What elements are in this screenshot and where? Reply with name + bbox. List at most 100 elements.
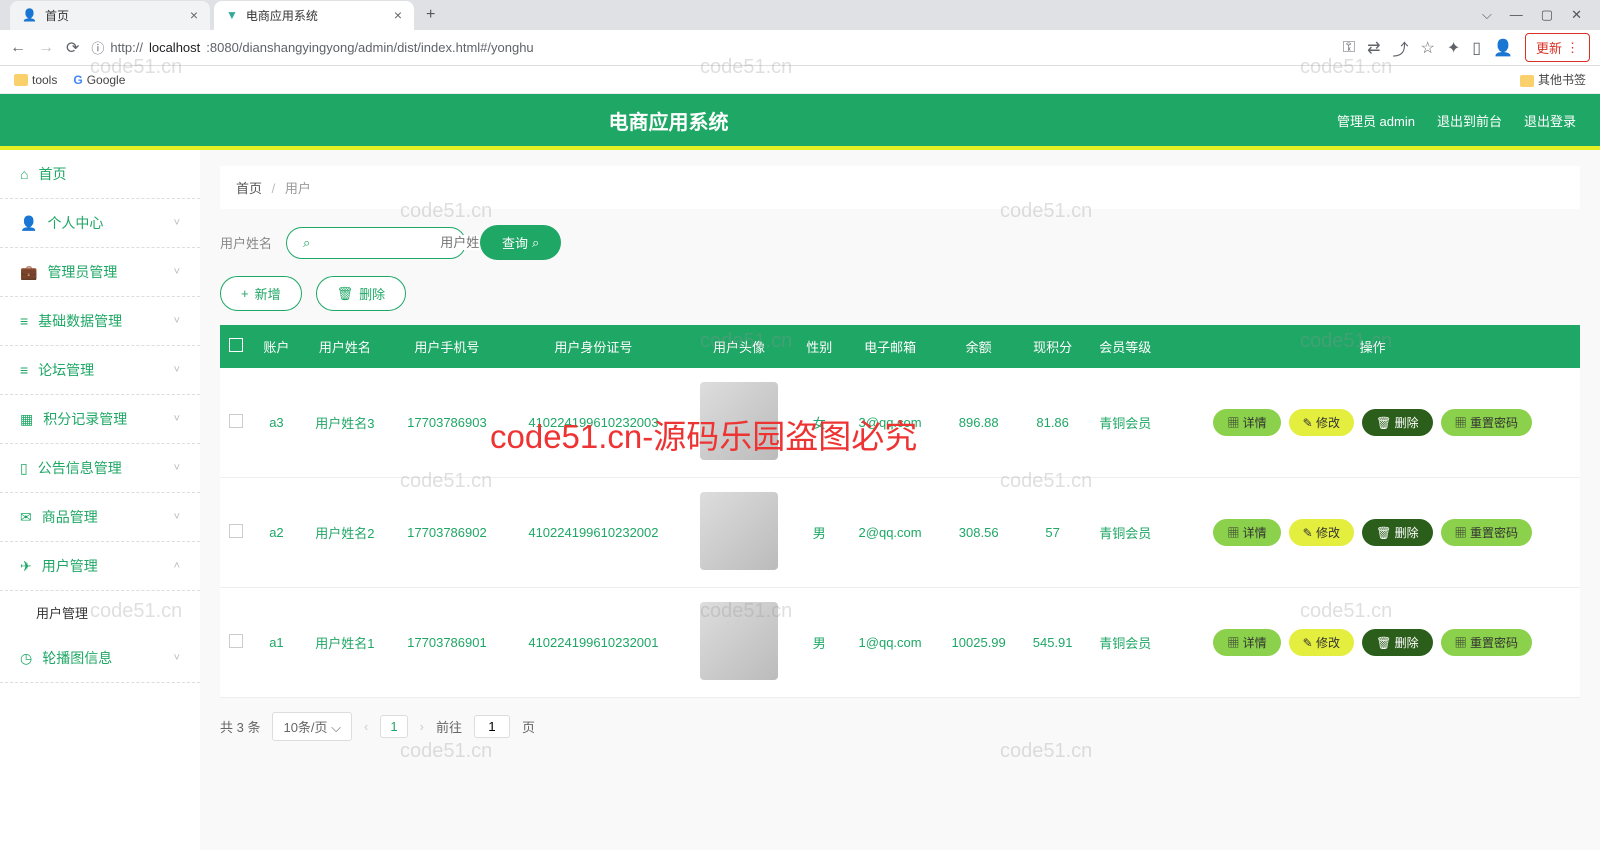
col-header-11: 操作: [1165, 325, 1580, 368]
search-row: 用户姓名 ⌕ 查询 ⌕: [220, 225, 1580, 260]
cell-points: 57: [1020, 478, 1085, 588]
pagesize-select[interactable]: 10条/页 ⌵: [272, 712, 352, 741]
logout-link[interactable]: 退出登录: [1524, 111, 1576, 130]
sidebar-item-3[interactable]: ≡基础数据管理˅: [0, 297, 200, 346]
sidebar-item-8[interactable]: ✈用户管理˄: [0, 542, 200, 591]
sidebar-item-7[interactable]: ✉商品管理˅: [0, 493, 200, 542]
to-frontend-link[interactable]: 退出到前台: [1437, 111, 1502, 130]
menu-icon: ≡: [20, 362, 28, 378]
prev-page[interactable]: ‹: [364, 719, 368, 734]
sidebar-item-9[interactable]: ◷轮播图信息˅: [0, 634, 200, 683]
delete-row-button[interactable]: 🗑 删除: [1362, 409, 1433, 436]
key-icon[interactable]: ⚿: [1343, 39, 1355, 57]
app-title: 电商应用系统: [0, 106, 1337, 135]
profile-icon[interactable]: 👤: [1493, 38, 1513, 58]
reset-pwd-button[interactable]: ▦ 重置密码: [1441, 519, 1532, 546]
panel-icon[interactable]: ▯: [1472, 38, 1481, 58]
cell-points: 81.86: [1020, 368, 1085, 478]
chevron-down-icon: ˅: [174, 413, 180, 425]
checkbox-all[interactable]: [229, 338, 243, 352]
delete-row-button[interactable]: 🗑 删除: [1362, 519, 1433, 546]
translate-icon[interactable]: ⇄: [1367, 38, 1380, 58]
close-icon[interactable]: ×: [190, 7, 198, 23]
edit-button[interactable]: ✎ 修改: [1289, 409, 1354, 436]
browser-tab-app[interactable]: ▼ 电商应用系统 ×: [214, 1, 414, 30]
menu-label: 公告信息管理: [38, 458, 122, 478]
tab-bar: 👤 首页 × ▼ 电商应用系统 × + ⌵ — ▢ ✕: [0, 0, 1600, 30]
sidebar-item-4[interactable]: ≡论坛管理˅: [0, 346, 200, 395]
bookmark-google[interactable]: GGoogle: [73, 73, 125, 87]
goto-input[interactable]: [474, 715, 510, 738]
minimize-icon[interactable]: —: [1510, 7, 1523, 23]
menu-label: 轮播图信息: [42, 648, 112, 668]
forward-icon[interactable]: →: [38, 39, 54, 57]
add-button[interactable]: +新增: [220, 276, 302, 311]
chevron-down-icon: ˅: [174, 266, 180, 278]
cell-name: 用户姓名2: [300, 478, 389, 588]
delete-button[interactable]: 🗑删除: [316, 276, 407, 311]
col-header-2: 用户姓名: [300, 325, 389, 368]
page-number[interactable]: 1: [380, 715, 407, 738]
back-icon[interactable]: ←: [10, 39, 26, 57]
extensions-icon[interactable]: ✦: [1447, 38, 1460, 58]
next-page[interactable]: ›: [420, 719, 424, 734]
sidebar-item-0[interactable]: ⌂首页: [0, 150, 200, 199]
col-header-8: 余额: [937, 325, 1020, 368]
cell-level: 青铜会员: [1085, 368, 1165, 478]
close-window-icon[interactable]: ✕: [1571, 7, 1582, 23]
col-header-10: 会员等级: [1085, 325, 1165, 368]
window-controls: ⌵ — ▢ ✕: [1482, 7, 1590, 23]
goto-suf: 页: [522, 717, 535, 736]
breadcrumb-home[interactable]: 首页: [236, 181, 262, 196]
row-checkbox[interactable]: [229, 634, 243, 648]
chevron-down-icon: ˅: [174, 462, 180, 474]
chevron-down-icon: ˅: [174, 315, 180, 327]
row-checkbox[interactable]: [229, 414, 243, 428]
star-icon[interactable]: ☆: [1421, 38, 1435, 58]
edit-button[interactable]: ✎ 修改: [1289, 629, 1354, 656]
search-icon: ⌕: [532, 235, 539, 251]
sidebar-item-2[interactable]: 💼管理员管理˅: [0, 248, 200, 297]
share-icon[interactable]: ⤴: [1392, 36, 1408, 60]
edit-button[interactable]: ✎ 修改: [1289, 519, 1354, 546]
new-tab-button[interactable]: +: [418, 2, 443, 28]
app-header: 电商应用系统 管理员 admin 退出到前台 退出登录: [0, 94, 1600, 150]
admin-label[interactable]: 管理员 admin: [1337, 111, 1415, 130]
detail-button[interactable]: ▦ 详情: [1213, 629, 1280, 656]
cell-avatar: [683, 368, 796, 478]
bookmark-tools[interactable]: tools: [14, 73, 57, 87]
bookmark-other[interactable]: 其他书签: [1520, 71, 1586, 88]
cell-gender: 男: [795, 588, 843, 698]
menu-icon: ⌂: [20, 166, 28, 182]
chevron-up-icon: ˄: [174, 560, 180, 572]
detail-button[interactable]: ▦ 详情: [1213, 409, 1280, 436]
content: 首页 / 用户 用户姓名 ⌕ 查询 ⌕ +新增 🗑删除 账户用户姓名用户手机号用…: [200, 150, 1600, 850]
avatar: [700, 492, 778, 570]
cell-level: 青铜会员: [1085, 478, 1165, 588]
row-checkbox[interactable]: [229, 524, 243, 538]
browser-tab-home[interactable]: 👤 首页 ×: [10, 1, 210, 30]
reset-pwd-button[interactable]: ▦ 重置密码: [1441, 629, 1532, 656]
nav-bar: ← → ⟳ ⓘ http://localhost:8080/dianshangy…: [0, 30, 1600, 66]
caret-icon[interactable]: ⌵: [1482, 7, 1492, 23]
delete-row-button[interactable]: 🗑 删除: [1362, 629, 1433, 656]
col-header-0: [220, 325, 253, 368]
search-button[interactable]: 查询 ⌕: [480, 225, 561, 260]
update-button[interactable]: 更新⋮: [1525, 33, 1590, 62]
menu-label: 个人中心: [47, 213, 103, 233]
menu-icon: ✉: [20, 509, 32, 526]
search-input[interactable]: [316, 235, 492, 250]
url-rest: :8080/dianshangyingyong/admin/dist/index…: [206, 40, 533, 55]
sidebar-item-6[interactable]: ▯公告信息管理˅: [0, 444, 200, 493]
cell-balance: 896.88: [937, 368, 1020, 478]
cell-gender: 女: [795, 368, 843, 478]
detail-button[interactable]: ▦ 详情: [1213, 519, 1280, 546]
sidebar-item-1[interactable]: 👤个人中心˅: [0, 199, 200, 248]
sidebar-submenu-user[interactable]: 用户管理: [0, 591, 200, 634]
close-icon[interactable]: ×: [394, 7, 402, 23]
url-bar[interactable]: ⓘ http://localhost:8080/dianshangyingyon…: [91, 38, 1330, 57]
reset-pwd-button[interactable]: ▦ 重置密码: [1441, 409, 1532, 436]
maximize-icon[interactable]: ▢: [1541, 7, 1553, 23]
reload-icon[interactable]: ⟳: [66, 38, 79, 58]
sidebar-item-5[interactable]: ▦积分记录管理˅: [0, 395, 200, 444]
